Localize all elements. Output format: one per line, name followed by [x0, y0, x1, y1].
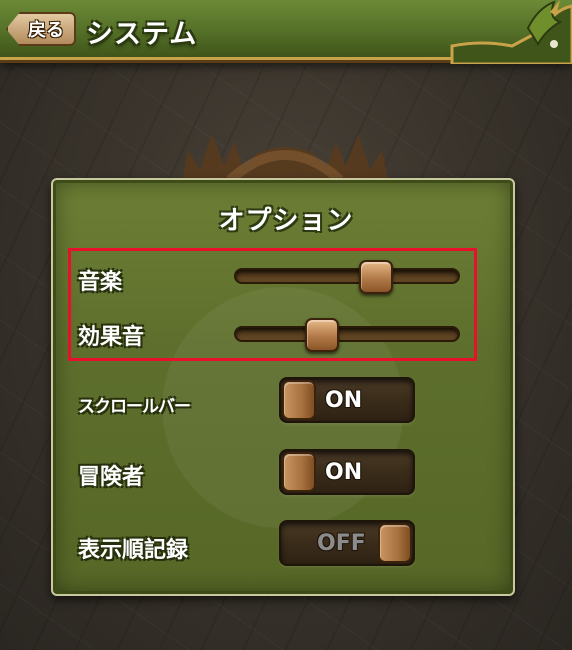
scrollbar-toggle-knob [282, 380, 316, 420]
adventurer-toggle-state: ON [325, 460, 363, 485]
header-bar: 戻る システム [0, 0, 572, 64]
display-order-toggle[interactable]: OFF [279, 520, 415, 566]
back-button-label: 戻る [28, 20, 64, 41]
music-slider-thumb[interactable] [359, 260, 394, 294]
sound-effects-slider-thumb[interactable] [305, 318, 340, 352]
adventurer-toggle[interactable]: ON [279, 449, 415, 495]
panel-title: オプション [218, 206, 354, 236]
adventurer-label: 冒険者 [78, 465, 145, 490]
music-label: 音楽 [78, 270, 123, 295]
back-button[interactable]: 戻る [6, 12, 76, 46]
sound-effects-label: 効果音 [78, 325, 145, 350]
dragon-ornament-icon [450, 0, 572, 64]
display-order-label: 表示順記録 [78, 538, 189, 563]
display-order-toggle-knob [378, 523, 412, 563]
adventurer-toggle-knob [282, 452, 316, 492]
sound-effects-slider-track[interactable] [234, 326, 460, 342]
page-title: システム [86, 19, 198, 50]
scrollbar-label: スクロールバー [78, 397, 191, 417]
music-slider-track[interactable] [234, 268, 460, 284]
scrollbar-toggle[interactable]: ON [279, 377, 415, 423]
scrollbar-toggle-state: ON [325, 388, 363, 413]
display-order-toggle-state: OFF [317, 531, 366, 556]
